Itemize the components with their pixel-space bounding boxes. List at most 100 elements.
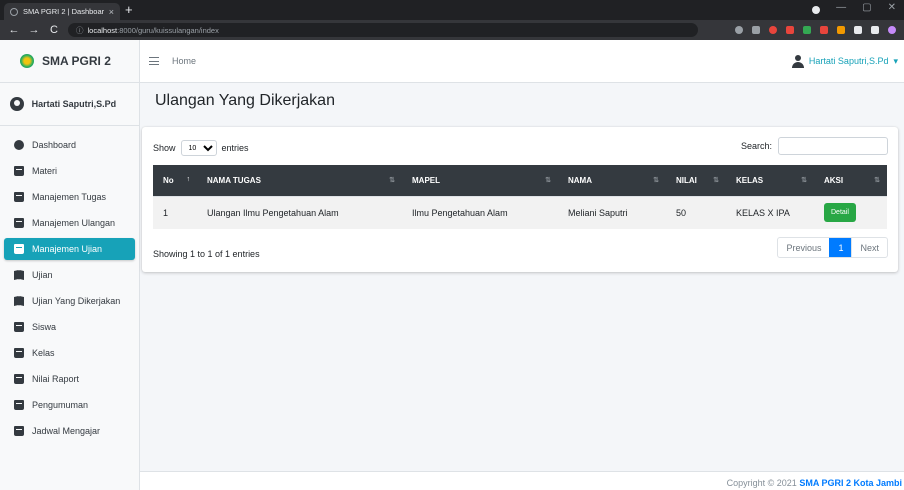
extension-icon[interactable] xyxy=(837,26,845,34)
url-field[interactable]: ⓘ localhost:8000/guru/kuissulangan/index xyxy=(68,23,698,37)
sort-icon: ⇅ xyxy=(713,177,719,184)
user-dropdown[interactable]: Hartati Saputri,S.Pd ▾ xyxy=(791,54,898,68)
pagination: Previous 1 Next xyxy=(777,237,888,258)
sidebar-item-nilai-raport[interactable]: Nilai Raport xyxy=(4,368,135,390)
page-button-current[interactable]: 1 xyxy=(829,238,852,257)
sidebar-item-jadwal-mengajar[interactable]: Jadwal Mengajar xyxy=(4,420,135,442)
url-path: :8000/guru/kuissulangan/index xyxy=(117,25,219,35)
playlist-icon[interactable] xyxy=(871,26,879,34)
sidebar-item-siswa[interactable]: Siswa xyxy=(4,316,135,338)
footer: Copyright © 2021 SMA PGRI 2 Kota Jambi xyxy=(140,471,904,490)
sidebar-item-label: Manajemen Ulangan xyxy=(32,218,116,228)
sidebar-item-label: Manajemen Tugas xyxy=(32,192,107,202)
column-header-kelas[interactable]: KELAS ⇅ xyxy=(726,165,814,196)
extension-icon[interactable] xyxy=(820,26,828,34)
sidebar-item-label: Pengumuman xyxy=(32,400,89,410)
book-icon xyxy=(14,192,24,202)
site-info-icon[interactable]: ⓘ xyxy=(76,25,84,36)
column-header-nama-tugas[interactable]: NAMA TUGAS ⇅ xyxy=(197,165,402,196)
search-control: Search: xyxy=(741,137,888,155)
cell-nama-tugas: Ulangan Ilmu Pengetahuan Alam xyxy=(197,195,402,229)
cell-aksi: Detail xyxy=(814,195,887,229)
school-logo-icon xyxy=(20,54,34,68)
reload-icon[interactable]: C xyxy=(48,24,60,36)
sidebar: SMA PGRI 2 Hartati Saputri,S.Pd Dashboar… xyxy=(0,40,140,490)
sidebar-item-label: Siswa xyxy=(32,322,57,332)
sort-icon: ⇅ xyxy=(389,177,395,184)
detail-button[interactable]: Detail xyxy=(824,203,856,223)
hamburger-menu-icon[interactable] xyxy=(149,57,159,65)
book-icon xyxy=(14,400,24,410)
sidebar-item-dashboard[interactable]: Dashboard xyxy=(4,134,135,156)
record-icon xyxy=(812,6,821,14)
cell-no: 1 xyxy=(153,195,197,229)
footer-brand-link[interactable]: SMA PGRI 2 Kota Jambi xyxy=(799,478,902,488)
sidebar-item-materi[interactable]: Materi xyxy=(4,160,135,182)
sidebar-item-ujian[interactable]: Ujian xyxy=(4,264,135,286)
table-header-row: No ↑ NAMA TUGAS ⇅ MAPEL ⇅ NAMA ⇅ NILAI ⇅ KELA… xyxy=(153,165,887,196)
entries-length-select[interactable]: 10 xyxy=(180,140,217,156)
zoom-icon[interactable] xyxy=(735,26,743,34)
cell-nama: Meliani Saputri xyxy=(558,195,666,229)
column-header-aksi[interactable]: AKSI ⇅ xyxy=(814,165,887,196)
sidebar-item-manajemen-tugas[interactable]: Manajemen Tugas xyxy=(4,186,135,208)
column-header-nilai[interactable]: NILAI ⇅ xyxy=(666,165,726,196)
forward-icon[interactable]: → xyxy=(28,24,40,36)
book-icon xyxy=(14,374,24,384)
page-title: Ulangan Yang Dikerjakan xyxy=(155,92,335,109)
cell-nilai: 50 xyxy=(666,195,726,229)
extension-icon[interactable] xyxy=(786,26,794,34)
sidebar-item-label: Materi xyxy=(32,166,58,176)
book-icon xyxy=(14,426,24,436)
url-host: localhost xyxy=(87,25,118,35)
sort-icon: ⇅ xyxy=(801,177,807,184)
extension-icon[interactable] xyxy=(803,26,811,34)
book-open-icon xyxy=(14,296,24,306)
top-navbar: Home Hartati Saputri,S.Pd ▾ xyxy=(140,40,904,83)
copyright-text: Copyright © 2021 SMA PGRI 2 Kota Jambi xyxy=(726,478,902,488)
previous-page-button[interactable]: Previous xyxy=(778,238,829,257)
user-icon xyxy=(791,54,804,68)
book-icon xyxy=(14,166,24,176)
search-input[interactable] xyxy=(778,137,888,155)
address-bar-row: ← → C ⓘ localhost:8000/guru/kuissulangan… xyxy=(0,20,904,40)
browser-tab[interactable]: SMA PGRI 2 | Dashboard × xyxy=(4,3,120,20)
column-header-no[interactable]: No ↑ xyxy=(153,165,197,196)
sidebar-username: Hartati Saputri,S.Pd xyxy=(31,99,117,109)
sidebar-item-label: Kelas xyxy=(32,348,55,358)
extension-icon[interactable] xyxy=(769,26,777,34)
chevron-down-icon: ▾ xyxy=(893,55,898,66)
sidebar-item-manajemen-ujian[interactable]: Manajemen Ujian xyxy=(4,238,135,260)
sidebar-item-pengumuman[interactable]: Pengumuman xyxy=(4,394,135,416)
user-panel[interactable]: Hartati Saputri,S.Pd xyxy=(0,83,139,126)
sidebar-item-label: Ujian xyxy=(32,270,53,280)
brand-text: SMA PGRI 2 xyxy=(42,54,111,68)
minimize-icon[interactable]: — xyxy=(836,2,846,14)
close-window-icon[interactable]: ✕ xyxy=(888,2,896,14)
maximize-icon[interactable]: ▢ xyxy=(862,2,871,14)
dashboard-icon xyxy=(14,140,24,150)
sidebar-item-kelas[interactable]: Kelas xyxy=(4,342,135,364)
new-tab-button[interactable]: + xyxy=(125,2,133,17)
profile-icon[interactable] xyxy=(888,26,896,34)
tab-close-icon[interactable]: × xyxy=(109,7,114,17)
window-controls: — ▢ ✕ xyxy=(812,2,896,14)
home-link[interactable]: Home xyxy=(172,56,196,66)
column-header-nama[interactable]: NAMA ⇅ xyxy=(558,165,666,196)
sort-asc-icon: ↑ xyxy=(186,176,191,183)
brand-link[interactable]: SMA PGRI 2 xyxy=(0,40,139,83)
column-header-mapel[interactable]: MAPEL ⇅ xyxy=(402,165,558,196)
book-icon xyxy=(14,218,24,228)
next-page-button[interactable]: Next xyxy=(851,238,887,257)
navbar-username: Hartati Saputri,S.Pd xyxy=(808,56,889,66)
back-icon[interactable]: ← xyxy=(8,24,20,36)
sort-icon: ⇅ xyxy=(653,177,659,184)
puzzle-icon[interactable] xyxy=(854,26,862,34)
cell-mapel: Ilmu Pengetahuan Alam xyxy=(402,195,558,229)
star-icon[interactable] xyxy=(752,26,760,34)
sort-icon: ⇅ xyxy=(874,177,880,184)
favicon-icon xyxy=(10,7,18,16)
tab-title: SMA PGRI 2 | Dashboard xyxy=(23,7,104,16)
sidebar-item-ujian-dikerjakan[interactable]: Ujian Yang Dikerjakan xyxy=(4,290,135,312)
sidebar-item-manajemen-ulangan[interactable]: Manajemen Ulangan xyxy=(4,212,135,234)
